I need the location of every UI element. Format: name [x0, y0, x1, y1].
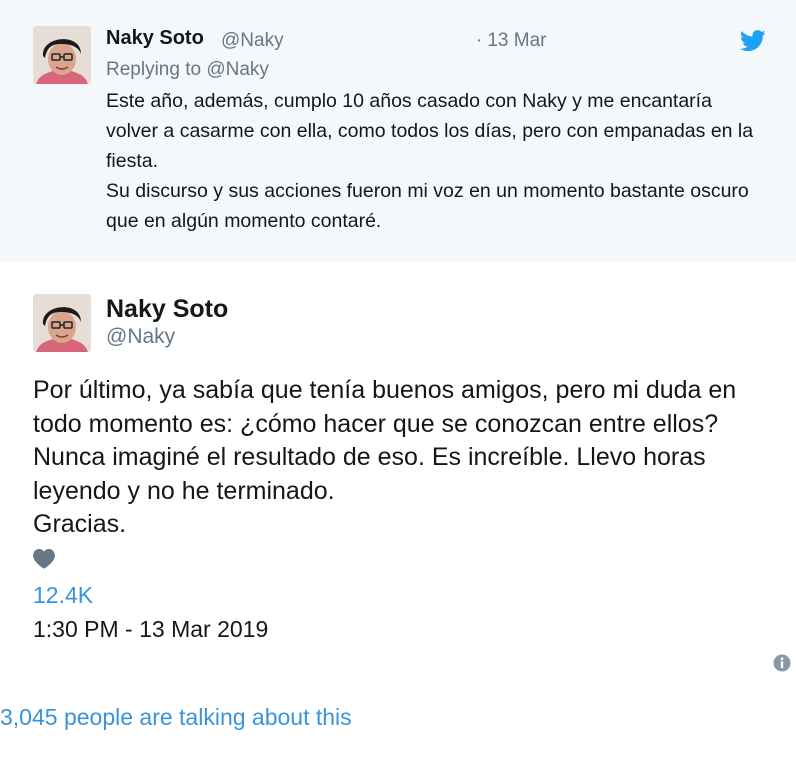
- main-avatar[interactable]: [33, 294, 91, 352]
- reply-avatar[interactable]: [33, 26, 91, 84]
- people-talking-link[interactable]: 3,045 people are talking about this: [0, 704, 352, 731]
- main-tweet-text: Por último, ya sabía que tenía buenos am…: [33, 374, 773, 542]
- replying-to: Replying to @Naky: [106, 59, 269, 81]
- heart-icon[interactable]: [33, 549, 55, 569]
- reply-author-handle[interactable]: @Naky: [221, 30, 284, 52]
- main-text-line: Por último, ya sabía que tenía buenos am…: [33, 376, 737, 505]
- replying-handle[interactable]: @Naky: [206, 59, 269, 80]
- reply-date[interactable]: 13 Mar: [487, 30, 546, 51]
- reply-date-link[interactable]: · 13 Mar: [476, 30, 546, 52]
- twitter-bird-icon[interactable]: [739, 30, 766, 52]
- main-author-name[interactable]: Naky Soto: [106, 295, 228, 324]
- date-separator: ·: [476, 30, 483, 51]
- tweet-timestamp[interactable]: 1:30 PM - 13 Mar 2019: [33, 616, 268, 643]
- info-icon[interactable]: [773, 654, 791, 672]
- reply-author-name[interactable]: Naky Soto: [106, 27, 204, 50]
- reply-tweet-text: Este año, además, cumplo 10 años casado …: [106, 86, 766, 236]
- main-text-line: Gracias.: [33, 510, 127, 538]
- main-author-handle[interactable]: @Naky: [106, 325, 175, 349]
- reply-text-line: Su discurso y sus acciones fueron mi voz…: [106, 180, 749, 232]
- reply-tweet-card[interactable]: Naky Soto @Naky · 13 Mar Replying to @Nak…: [0, 0, 796, 262]
- replying-label: Replying to: [106, 59, 202, 80]
- like-count[interactable]: 12.4K: [33, 582, 93, 609]
- reply-text-line: Este año, además, cumplo 10 años casado …: [106, 90, 754, 172]
